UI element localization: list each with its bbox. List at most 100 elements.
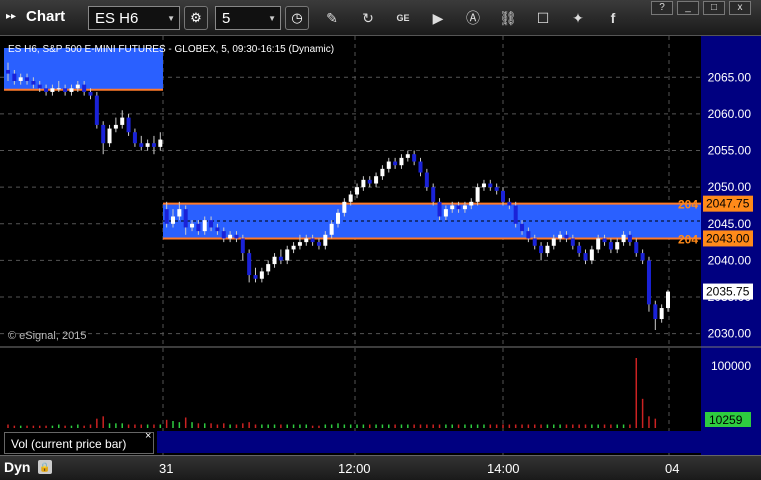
candle xyxy=(551,238,556,246)
candle xyxy=(367,179,372,184)
price-tick-label: 2060.00 xyxy=(708,107,752,121)
close-icon[interactable]: × xyxy=(145,430,151,442)
link-icon[interactable]: ⛓ xyxy=(498,8,518,28)
candle xyxy=(94,95,99,125)
candle xyxy=(164,209,169,224)
gear-icon[interactable]: ⚙ xyxy=(184,6,208,30)
candle xyxy=(31,80,36,85)
ge-icon[interactable]: GE xyxy=(393,8,413,28)
candle xyxy=(171,216,175,224)
price-panel-bg xyxy=(0,36,701,455)
comment-icon[interactable]: ☐ xyxy=(533,8,553,28)
chevron-down-icon[interactable]: ▼ xyxy=(167,14,175,23)
candle xyxy=(570,238,575,246)
lock-icon[interactable]: 🔒 xyxy=(38,460,52,474)
candle xyxy=(215,227,220,232)
candle xyxy=(666,291,670,309)
candle xyxy=(608,242,613,250)
candle xyxy=(316,242,321,246)
candle xyxy=(558,234,563,239)
candle xyxy=(209,220,214,228)
close-button[interactable]: x xyxy=(729,1,751,15)
candle xyxy=(501,190,505,202)
chart-titlebar: ▸▸ Chart ES H6 ▼ ⚙ 5 ▼ ◷ ✎ ↻ GE ▶ Ⓐ ⛓ ☐ … xyxy=(0,0,761,36)
candle xyxy=(145,143,150,147)
candle xyxy=(481,183,486,188)
candle xyxy=(323,234,328,246)
candle xyxy=(348,194,353,202)
copyright: © eSignal, 2015 xyxy=(8,330,87,342)
candle xyxy=(532,238,537,246)
candle xyxy=(107,128,112,144)
candle xyxy=(6,69,10,74)
dyn-label[interactable]: Dyn xyxy=(4,459,30,475)
candle xyxy=(88,91,93,96)
help-button[interactable]: ? xyxy=(651,1,673,15)
chart-legend: ES H6, S&P 500 E-MINI FUTURES - GLOBEX, … xyxy=(8,44,335,55)
candle xyxy=(539,245,544,254)
play-icon[interactable]: ▶ xyxy=(428,8,448,28)
candle xyxy=(272,256,277,265)
candle xyxy=(101,124,106,144)
zone-upper-prefix: 204 xyxy=(678,198,698,212)
price-tick-label: 2030.00 xyxy=(708,327,752,341)
candle xyxy=(132,132,137,144)
candle xyxy=(56,88,61,90)
candle xyxy=(520,223,525,232)
pencil-icon[interactable]: ✎ xyxy=(322,8,342,28)
candle xyxy=(405,154,410,158)
candle xyxy=(361,179,366,188)
zone-lower-prefix: 204 xyxy=(678,232,698,246)
candle xyxy=(240,238,245,254)
chevron-down-icon[interactable]: ▼ xyxy=(268,14,276,23)
candle xyxy=(151,143,156,147)
candle xyxy=(113,124,118,129)
candle xyxy=(621,234,626,243)
a-icon[interactable]: Ⓐ xyxy=(463,8,483,28)
time-label: 31 xyxy=(159,461,174,476)
vol-panel-label: Vol (current price bar) xyxy=(4,432,154,454)
expand-icon[interactable]: ▸▸ xyxy=(6,11,16,22)
interval-input[interactable]: 5 ▼ xyxy=(215,6,281,30)
candle xyxy=(393,161,398,166)
candle xyxy=(278,256,283,261)
candle xyxy=(183,209,188,228)
candle xyxy=(659,308,664,320)
candle xyxy=(25,77,30,81)
time-label: 14:00 xyxy=(487,461,520,476)
zone-lower-price: 2043.00 xyxy=(706,231,750,245)
candle xyxy=(342,201,347,213)
candle xyxy=(627,234,632,243)
candle xyxy=(329,223,334,235)
twitter-icon[interactable]: ✦ xyxy=(568,8,588,28)
candle xyxy=(44,88,49,92)
minimize-button[interactable]: _ xyxy=(677,1,699,15)
facebook-icon[interactable]: f xyxy=(603,8,623,28)
candle xyxy=(63,88,68,92)
candle xyxy=(247,253,252,276)
candle xyxy=(564,234,569,239)
candle xyxy=(596,238,601,250)
price-tick-label: 2045.00 xyxy=(708,217,752,231)
candle xyxy=(602,238,607,243)
symbol-input[interactable]: ES H6 ▼ xyxy=(88,6,180,30)
candle xyxy=(82,84,87,92)
candle xyxy=(450,205,455,210)
chart-area[interactable]: 2065.00 2060.00 2055.00 2050.00 2045.00 2040.… xyxy=(0,36,761,455)
maximize-button[interactable]: □ xyxy=(703,1,725,15)
clock-icon[interactable]: ◷ xyxy=(285,6,309,30)
price-tick-label: 2050.00 xyxy=(708,180,752,194)
candle xyxy=(469,201,474,206)
candle xyxy=(475,187,480,202)
candle xyxy=(640,253,645,261)
candle xyxy=(158,139,163,147)
candle xyxy=(399,157,404,166)
candle xyxy=(253,275,258,279)
time-axis: Dyn 🔒 31 12:00 14:00 04 xyxy=(0,455,761,480)
vol-panel-bg xyxy=(157,431,701,453)
candle xyxy=(202,220,207,232)
refresh-icon[interactable]: ↻ xyxy=(358,8,378,28)
candle xyxy=(634,242,639,254)
candle xyxy=(412,154,417,162)
symbol-value: ES H6 xyxy=(95,10,139,27)
